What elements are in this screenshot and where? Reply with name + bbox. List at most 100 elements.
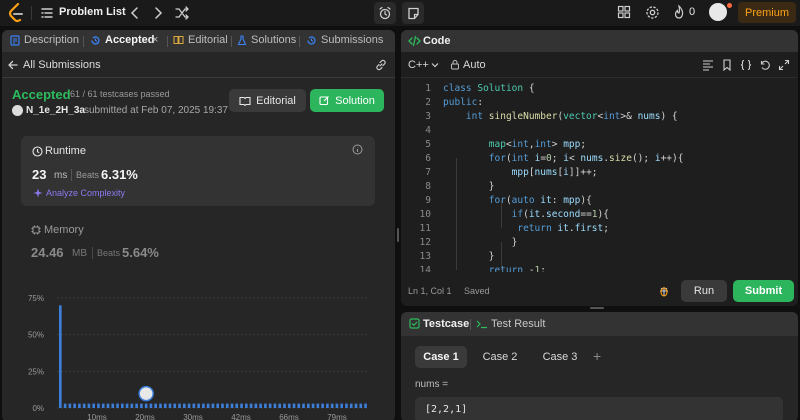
- chevron-down-icon[interactable]: [431, 61, 439, 69]
- chart-bar[interactable]: [140, 403, 143, 408]
- editorial-button[interactable]: Editorial: [229, 89, 306, 112]
- chart-bar[interactable]: [211, 403, 215, 408]
- chart-bar[interactable]: [92, 403, 96, 408]
- tab-description[interactable]: Description: [10, 34, 79, 46]
- submitter-username[interactable]: N_1e_2H_3a: [26, 105, 85, 116]
- chart-bar[interactable]: [283, 403, 286, 408]
- chart-bar[interactable]: [116, 403, 119, 408]
- horizontal-resize-handle[interactable]: [590, 307, 604, 309]
- analyze-complexity-link[interactable]: Analyze Complexity: [46, 188, 125, 198]
- premium-button[interactable]: Premium: [738, 2, 796, 23]
- chart-bar[interactable]: [321, 403, 324, 408]
- chart-bar[interactable]: [221, 403, 224, 408]
- tab-solutions[interactable]: Solutions: [237, 34, 296, 46]
- tab-test-result[interactable]: Test Result: [491, 318, 545, 330]
- info-icon[interactable]: [352, 144, 363, 155]
- auto-mode-label[interactable]: Auto: [463, 59, 486, 71]
- chart-bar[interactable]: [82, 403, 86, 408]
- chart-bar[interactable]: [340, 403, 344, 408]
- chart-bar[interactable]: [273, 403, 277, 408]
- chart-bar[interactable]: [73, 403, 76, 408]
- problem-list-icon[interactable]: [40, 6, 54, 20]
- chart-bar[interactable]: [125, 403, 129, 408]
- runtime-distribution-chart[interactable]: 75% 50% 25% 0% 10ms 20ms 30ms 42ms 66ms 79ms: [2, 288, 395, 420]
- chart-bar[interactable]: [187, 403, 191, 408]
- layout-icon[interactable]: [617, 5, 631, 19]
- tab-accepted[interactable]: Accepted: [90, 34, 155, 46]
- streak-count[interactable]: 0: [689, 6, 695, 18]
- chart-bar[interactable]: [259, 403, 262, 408]
- case-2-tab[interactable]: Case 2: [474, 346, 526, 368]
- chart-bar[interactable]: [197, 403, 200, 408]
- chart-bar[interactable]: [359, 403, 363, 408]
- chart-bar[interactable]: [335, 403, 339, 408]
- chart-bar[interactable]: [292, 403, 296, 408]
- chart-bar[interactable]: [163, 403, 167, 408]
- chart-bar[interactable]: [240, 403, 243, 408]
- tab-editorial[interactable]: Editorial: [173, 34, 228, 46]
- chart-bar[interactable]: [316, 403, 320, 408]
- chart-bar[interactable]: [349, 403, 353, 408]
- chart-bar[interactable]: [202, 403, 205, 408]
- debugger-icon[interactable]: [657, 284, 671, 298]
- chart-bar[interactable]: [111, 403, 115, 408]
- chart-bar[interactable]: [101, 403, 105, 408]
- shuffle-icon[interactable]: [174, 5, 190, 21]
- chart-bar[interactable]: [307, 403, 310, 408]
- chart-bar[interactable]: [330, 403, 334, 408]
- notes-button[interactable]: [402, 2, 424, 24]
- chart-bar[interactable]: [249, 403, 253, 408]
- chart-bar[interactable]: [178, 403, 181, 408]
- chart-bar[interactable]: [254, 403, 258, 408]
- runtime-card[interactable]: Runtime 23 ms Beats 6.31% Analyze Comple…: [21, 136, 375, 206]
- expand-icon[interactable]: [778, 59, 790, 71]
- braces-icon[interactable]: [740, 59, 752, 71]
- memory-label[interactable]: Memory: [44, 224, 84, 236]
- chart-bar[interactable]: [264, 403, 267, 408]
- chevron-right-icon[interactable]: [151, 5, 165, 21]
- close-icon[interactable]: ×: [152, 34, 158, 46]
- chart-bar[interactable]: [106, 403, 110, 408]
- link-icon[interactable]: [374, 58, 388, 72]
- chart-bar[interactable]: [354, 403, 358, 408]
- chart-bar[interactable]: [225, 403, 229, 408]
- chart-bar[interactable]: [59, 305, 62, 408]
- gear-icon[interactable]: [645, 5, 660, 20]
- chart-bar[interactable]: [154, 403, 158, 408]
- fire-icon[interactable]: [673, 5, 685, 19]
- chart-bar[interactable]: [97, 403, 100, 408]
- timer-button[interactable]: [374, 2, 396, 24]
- chart-bar[interactable]: [78, 403, 81, 408]
- submit-button[interactable]: Submit: [733, 280, 794, 302]
- reset-icon[interactable]: [759, 59, 771, 71]
- vertical-resize-handle[interactable]: [397, 228, 399, 242]
- case-1-tab[interactable]: Case 1: [415, 346, 467, 368]
- chart-bar[interactable]: [168, 403, 172, 408]
- chart-bar[interactable]: [144, 403, 148, 408]
- chart-bar[interactable]: [326, 403, 329, 408]
- your-submission-marker[interactable]: [138, 385, 154, 402]
- code-editor[interactable]: 1 2 3 4 5 6 7 8 9 10 11 12 13 14 class S…: [401, 80, 798, 272]
- chart-bar[interactable]: [135, 403, 138, 408]
- chart-bar[interactable]: [206, 403, 210, 408]
- all-submissions-link[interactable]: All Submissions: [23, 59, 101, 71]
- tab-submissions[interactable]: Submissions: [306, 34, 383, 46]
- case-3-tab[interactable]: Case 3: [534, 346, 586, 368]
- chart-bar[interactable]: [235, 403, 239, 408]
- chart-bar[interactable]: [183, 403, 186, 408]
- avatar[interactable]: [12, 105, 23, 116]
- chart-bar[interactable]: [192, 403, 196, 408]
- solution-button[interactable]: Solution: [310, 89, 384, 112]
- run-button[interactable]: Run: [681, 280, 727, 302]
- chart-bar[interactable]: [87, 403, 91, 408]
- problem-list-link[interactable]: Problem List: [59, 6, 126, 18]
- nums-input[interactable]: [2,2,1]: [415, 397, 783, 420]
- chart-bar[interactable]: [121, 403, 124, 408]
- chart-bar[interactable]: [130, 403, 134, 408]
- chart-bar[interactable]: [297, 403, 301, 408]
- chart-bar[interactable]: [63, 403, 67, 408]
- avatar[interactable]: [709, 3, 727, 21]
- chart-bar[interactable]: [364, 403, 367, 408]
- all-submissions-row[interactable]: All Submissions: [2, 56, 395, 76]
- chart-bar[interactable]: [173, 403, 177, 408]
